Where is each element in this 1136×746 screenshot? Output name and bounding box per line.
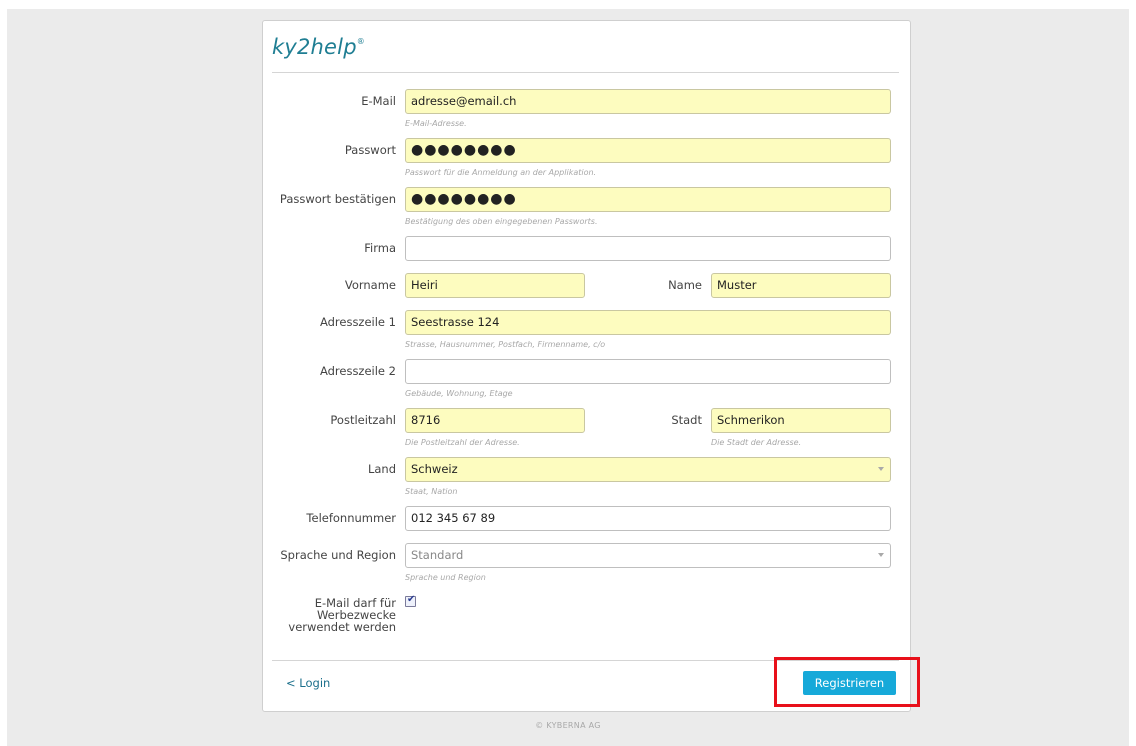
marketing-label-line3: verwendet werden xyxy=(288,620,396,634)
password-hint: Passwort für die Anmeldung an der Applik… xyxy=(405,168,597,177)
email-hint: E-Mail-Adresse. xyxy=(405,119,467,128)
ky2help-logo: ky2help® xyxy=(272,35,365,59)
copyright-footer: © KYBERNA AG xyxy=(535,721,601,730)
country-hint: Staat, Nation xyxy=(405,487,458,496)
address1-field[interactable]: Seestrasse 124 xyxy=(405,310,891,335)
password-confirm-label: Passwort bestätigen xyxy=(279,192,396,206)
country-select-value: Schweiz xyxy=(411,462,458,476)
zip-label: Postleitzahl xyxy=(330,413,396,427)
chevron-down-icon xyxy=(878,467,884,471)
email-field[interactable]: adresse@email.ch xyxy=(405,89,891,114)
company-field[interactable] xyxy=(405,236,891,261)
phone-field[interactable]: 012 345 67 89 xyxy=(405,506,891,531)
country-label: Land xyxy=(367,462,396,476)
language-select-value: Standard xyxy=(411,548,464,562)
chevron-down-icon xyxy=(878,553,884,557)
city-label: Stadt xyxy=(671,413,702,427)
checkmark-icon: ✔ xyxy=(407,594,416,605)
language-hint: Sprache und Region xyxy=(405,573,486,582)
firstname-field[interactable]: Heiri xyxy=(405,273,585,298)
zip-field[interactable]: 8716 xyxy=(405,408,585,433)
address1-hint: Strasse, Hausnummer, Postfach, Firmennam… xyxy=(405,340,606,349)
register-highlight-box xyxy=(774,657,920,707)
password-confirm-hint: Bestätigung des oben eingegebenen Passwo… xyxy=(405,217,598,226)
firstname-label: Vorname xyxy=(344,278,396,292)
company-label: Firma xyxy=(364,241,396,255)
password-field[interactable]: ●●●●●●●● xyxy=(405,138,891,163)
login-link[interactable]: < Login xyxy=(286,676,330,690)
language-select[interactable]: Standard xyxy=(405,543,891,568)
language-label: Sprache und Region xyxy=(280,548,396,562)
lastname-label: Name xyxy=(668,278,702,292)
address2-hint: Gebäude, Wohnung, Etage xyxy=(405,389,513,398)
marketing-checkbox[interactable]: ✔ xyxy=(405,594,416,607)
city-field[interactable]: Schmerikon xyxy=(711,408,891,433)
city-hint: Die Stadt der Adresse. xyxy=(711,438,802,447)
marketing-label: E-Mail darf für Werbezwecke verwendet we… xyxy=(288,597,396,633)
address2-field[interactable] xyxy=(405,359,891,384)
address2-label: Adresszeile 2 xyxy=(319,364,396,378)
password-label: Passwort xyxy=(344,143,396,157)
email-label: E-Mail xyxy=(361,94,396,108)
phone-label: Telefonnummer xyxy=(306,511,396,525)
country-select[interactable]: Schweiz xyxy=(405,457,891,482)
lastname-field[interactable]: Muster xyxy=(711,273,891,298)
header-divider xyxy=(272,72,899,73)
password-confirm-field[interactable]: ●●●●●●●● xyxy=(405,187,891,212)
zip-hint: Die Postleitzahl der Adresse. xyxy=(405,438,520,447)
address1-label: Adresszeile 1 xyxy=(319,315,396,329)
